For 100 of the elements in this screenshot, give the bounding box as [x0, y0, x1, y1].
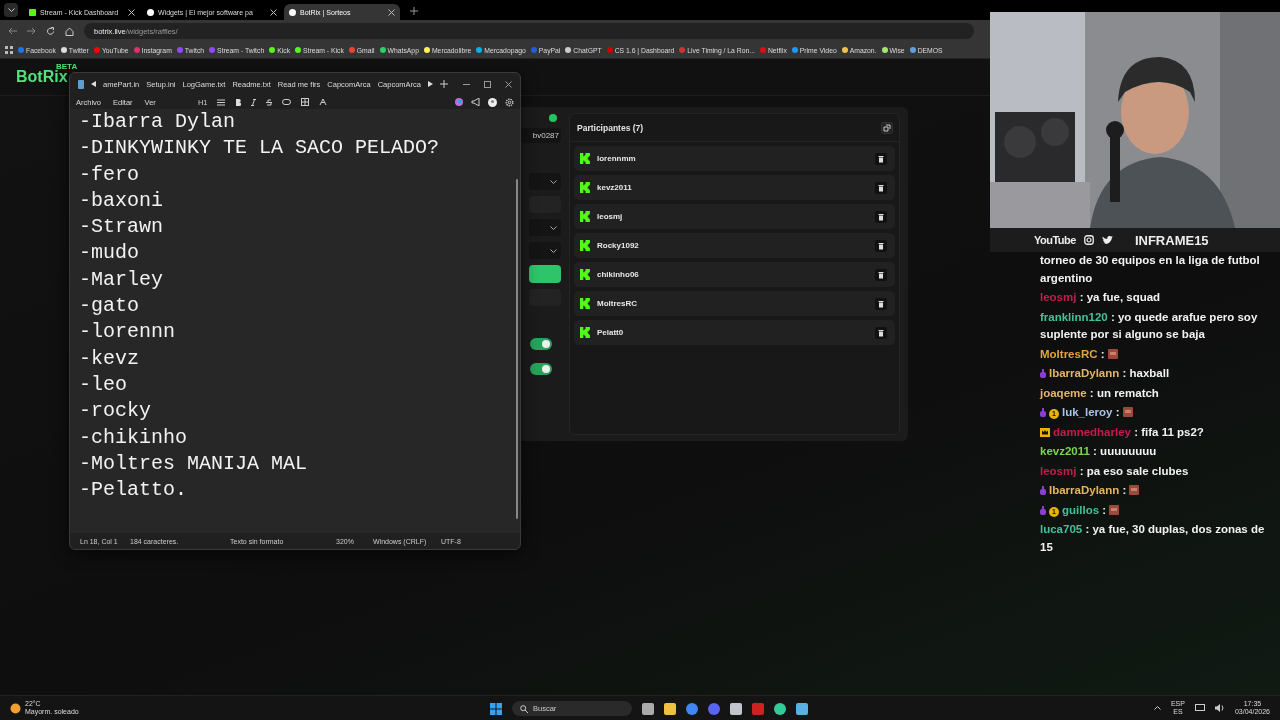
text-line: -rocky	[79, 398, 151, 425]
text-line: -DINKYWINKY TE LA SACO PELADO?	[79, 135, 440, 162]
chat-username[interactable]: franklinn120	[1040, 310, 1108, 323]
text-line: -fero	[79, 161, 139, 188]
toggle-switch[interactable]	[530, 338, 552, 350]
chat-message: torneo de 30 equipos en la liga de futbol argentino	[1040, 253, 1261, 286]
chat-message: IbarraDylann :	[1040, 482, 1272, 500]
close-icon[interactable]	[128, 8, 135, 16]
chevron-down-icon[interactable]	[7, 8, 15, 12]
chat-username[interactable]: IbarraDylann	[1049, 367, 1120, 379]
forward-icon[interactable]	[27, 27, 36, 35]
text-line: -mudo	[79, 240, 139, 267]
instagram-icon	[1083, 235, 1094, 245]
emote-icon	[1129, 485, 1140, 495]
kick-icon	[29, 8, 36, 16]
kick-icon	[580, 211, 591, 222]
close-icon[interactable]	[270, 8, 277, 16]
trash-icon[interactable]	[875, 181, 887, 194]
kick-icon	[580, 240, 591, 251]
chevron-up-icon[interactable]	[1153, 706, 1161, 710]
copilot-icon[interactable]	[455, 98, 463, 106]
trash-icon[interactable]	[875, 152, 887, 165]
chevron-down-icon[interactable]	[550, 248, 557, 253]
weather-icon	[10, 702, 21, 714]
text-line: -lorennn	[79, 319, 175, 346]
kick-icon	[580, 182, 591, 193]
emote-icon	[1107, 348, 1118, 359]
scroll-right-icon[interactable]	[428, 81, 433, 87]
format-clear-icon[interactable]	[319, 98, 328, 106]
megaphone-icon[interactable]	[471, 98, 480, 106]
trash-icon[interactable]	[875, 239, 887, 252]
participant-name: Pelatt0	[597, 328, 625, 337]
crown-icon	[1040, 427, 1050, 437]
emote-icon	[1122, 407, 1133, 417]
table-icon[interactable]	[301, 98, 310, 106]
tab-list-button[interactable]	[4, 3, 18, 17]
text-line: -Moltres MANIJA MAL	[79, 450, 308, 477]
chevron-down-icon[interactable]	[550, 179, 557, 184]
new-tab-icon[interactable]	[410, 7, 418, 15]
text-line: -Ibarra Dylan	[79, 109, 236, 135]
chat-message: MoltresRC :	[1040, 345, 1272, 363]
trash-icon[interactable]	[875, 210, 887, 223]
beta-label: BETA	[56, 62, 78, 71]
participants-title: Participantes (7)	[577, 122, 644, 133]
back-icon[interactable]	[8, 27, 17, 35]
strikethrough-icon[interactable]	[266, 98, 273, 106]
chat-message: damnedharley : fifa 11 ps2?	[1040, 423, 1272, 441]
chat-message: leosmj : ya fue, squad	[1040, 290, 1162, 305]
close-icon[interactable]	[388, 8, 395, 16]
chevron-down-icon[interactable]	[550, 225, 557, 230]
trash-icon[interactable]	[875, 326, 887, 339]
italic-icon[interactable]	[251, 98, 257, 106]
new-tab-icon[interactable]	[440, 80, 448, 88]
search-icon	[520, 704, 528, 713]
list-icon[interactable]	[217, 98, 226, 106]
kick-icon	[580, 269, 591, 280]
toggle-switch[interactable]	[530, 363, 552, 375]
text-editor[interactable]: -Ibarra Dylan -DINKYWINKY TE LA SACO PELADO? -fero -baxoni -Strawn -mudo -Marley -gato -lorennn -kevz -leo -rocky -chikinho -Moltres MANIJA MAL -Pelatto.	[70, 109, 520, 533]
maximize-icon[interactable]	[484, 80, 491, 88]
volume-icon[interactable]	[1214, 704, 1225, 712]
minimize-icon[interactable]	[463, 83, 470, 85]
participant-name: Rocky1092	[597, 241, 640, 250]
chat-message: joaqeme : un rematch	[1040, 385, 1160, 401]
text-line: -Marley	[79, 266, 163, 293]
participant-name: lorennmm	[597, 154, 637, 163]
avatar-icon[interactable]	[488, 97, 497, 107]
status-dot	[549, 114, 557, 122]
text-line: -baxoni	[79, 187, 163, 214]
chat-message: leosmj : pa eso sale clubes	[1040, 463, 1190, 479]
chat-username[interactable]: guillos	[1062, 503, 1100, 516]
input-field[interactable]: bv0287	[521, 128, 561, 143]
text-line: -leo	[79, 371, 127, 398]
participant-name: kevz2011	[597, 183, 633, 192]
trash-icon[interactable]	[875, 268, 887, 281]
home-icon[interactable]	[65, 26, 74, 36]
site-icon	[289, 8, 296, 16]
windows-icon[interactable]	[490, 702, 502, 715]
notepad-icon	[78, 79, 84, 89]
text-line: -kevz	[79, 345, 139, 372]
botrix-logo: BotRix	[16, 68, 68, 86]
close-icon[interactable]	[505, 80, 512, 88]
apps-icon[interactable]	[5, 46, 13, 54]
site-icon	[147, 8, 154, 16]
kick-icon	[580, 153, 591, 164]
text-line: -chikinho	[79, 424, 188, 451]
chat-username[interactable]: MoltresRC	[1040, 347, 1098, 360]
start-button[interactable]	[529, 265, 561, 283]
chat-message: luca705 : ya fue, 30 duplas, dos zonas de 15	[1040, 522, 1266, 555]
scroll-left-icon[interactable]	[91, 81, 96, 87]
chat-username[interactable]: luca705	[1040, 523, 1083, 535]
settings-icon[interactable]	[505, 97, 514, 107]
bold-icon[interactable]	[235, 98, 242, 106]
chat-username[interactable]: joaqeme	[1040, 386, 1087, 399]
chat-username[interactable]: IbarraDylann	[1049, 484, 1120, 496]
trash-icon[interactable]	[875, 297, 887, 310]
chat-username[interactable]: kevz2011	[1040, 445, 1090, 457]
chat-message: IbarraDylann : haxball	[1040, 365, 1272, 383]
reload-icon[interactable]	[46, 26, 55, 36]
chat-message: franklinn120 : yo quede arafue pero soy suplente por si alguno se baja	[1040, 309, 1259, 342]
chat-username[interactable]: luk_leroy	[1062, 406, 1113, 418]
